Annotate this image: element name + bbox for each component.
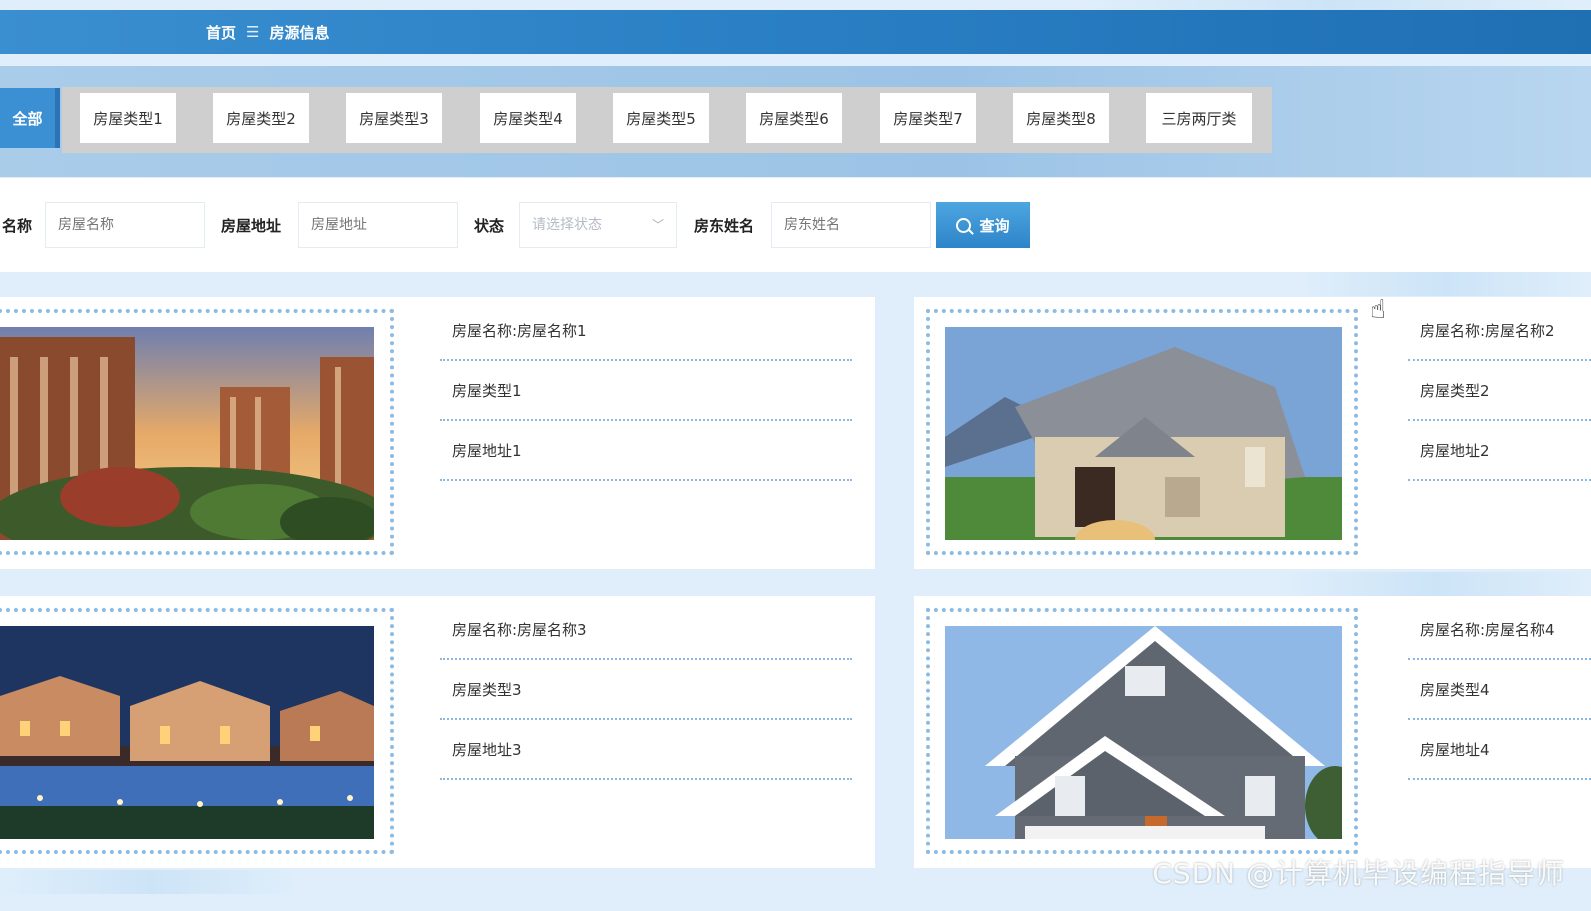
listing-card[interactable]: 房屋名称:房屋名称1 房屋类型1 房屋地址1 [0, 297, 875, 569]
hand-cursor-icon: ☝ [1370, 295, 1386, 325]
listing-type: 房屋类型1 [440, 361, 852, 421]
category-tab[interactable]: 房屋类型7 [880, 93, 976, 143]
breadcrumb-current: 房源信息 [269, 23, 330, 42]
listing-address: 房屋地址2 [1408, 421, 1591, 481]
breadcrumb: 首页 ☰ 房源信息 [206, 10, 329, 54]
search-button[interactable]: 查询 [936, 202, 1030, 248]
status-select-placeholder: 请选择状态 [532, 217, 602, 233]
name-input[interactable] [45, 202, 205, 248]
category-tab[interactable]: 房屋类型4 [480, 93, 576, 143]
bg-streak [0, 870, 300, 894]
listing-photo[interactable] [945, 327, 1342, 540]
bg-streak [1300, 272, 1591, 296]
listing-address: 房屋地址3 [440, 720, 852, 780]
listing-photo[interactable] [0, 327, 374, 540]
breadcrumb-home[interactable]: 首页 [206, 22, 236, 43]
search-icon [956, 217, 972, 233]
category-tab[interactable]: 房屋类型6 [746, 93, 842, 143]
chevron-down-icon: ﹀ [651, 218, 664, 232]
category-tab[interactable]: 房屋类型2 [213, 93, 309, 143]
status-label: 状态 [474, 217, 505, 235]
listing-type: 房屋类型2 [1408, 361, 1591, 421]
listing-address: 房屋地址4 [1408, 720, 1591, 780]
listing-card[interactable]: 房屋名称:房屋名称3 房屋类型3 房屋地址3 [0, 596, 875, 868]
category-tab[interactable]: 房屋类型5 [613, 93, 709, 143]
listing-address: 房屋地址1 [440, 421, 852, 481]
house-image [945, 626, 1342, 839]
category-tab[interactable]: 房屋类型3 [346, 93, 442, 143]
name-label: 名称 [2, 217, 33, 235]
listing-name: 房屋名称:房屋名称1 [440, 301, 852, 361]
breadcrumb-separator-icon: ☰ [246, 23, 260, 41]
breadcrumb-bar: 首页 ☰ 房源信息 [0, 10, 1591, 54]
listing-card[interactable]: 房屋名称:房屋名称2 房屋类型2 房屋地址2 [914, 297, 1591, 569]
category-tab[interactable]: 房屋类型8 [1013, 93, 1109, 143]
listing-photo[interactable] [0, 626, 374, 839]
address-input[interactable] [298, 202, 458, 248]
bg-streak [1280, 572, 1591, 596]
search-button-label: 查询 [979, 216, 1010, 235]
listing-name: 房屋名称:房屋名称4 [1408, 600, 1591, 660]
bg-streak [1080, 0, 1580, 10]
landlord-input[interactable] [771, 202, 931, 248]
category-tab[interactable]: 三房两厅类 [1146, 93, 1252, 143]
listing-name: 房屋名称:房屋名称3 [440, 600, 852, 660]
address-label: 房屋地址 [221, 217, 282, 235]
apartment-image [0, 327, 374, 540]
watermark: CSDN @计算机毕设编程指导师 [1152, 857, 1565, 890]
villa-image [945, 327, 1342, 540]
listing-type: 房屋类型3 [440, 660, 852, 720]
category-all-tab[interactable]: 全部 [0, 88, 60, 148]
listing-name: 房屋名称:房屋名称2 [1408, 301, 1591, 361]
listing-photo[interactable] [945, 626, 1342, 839]
listing-type: 房屋类型4 [1408, 660, 1591, 720]
status-select[interactable]: 请选择状态 ﹀ [519, 202, 677, 248]
resort-image [0, 626, 374, 839]
category-tab[interactable]: 房屋类型1 [80, 93, 176, 143]
landlord-label: 房东姓名 [694, 217, 755, 235]
listing-card[interactable]: 房屋名称:房屋名称4 房屋类型4 房屋地址4 [914, 596, 1591, 868]
